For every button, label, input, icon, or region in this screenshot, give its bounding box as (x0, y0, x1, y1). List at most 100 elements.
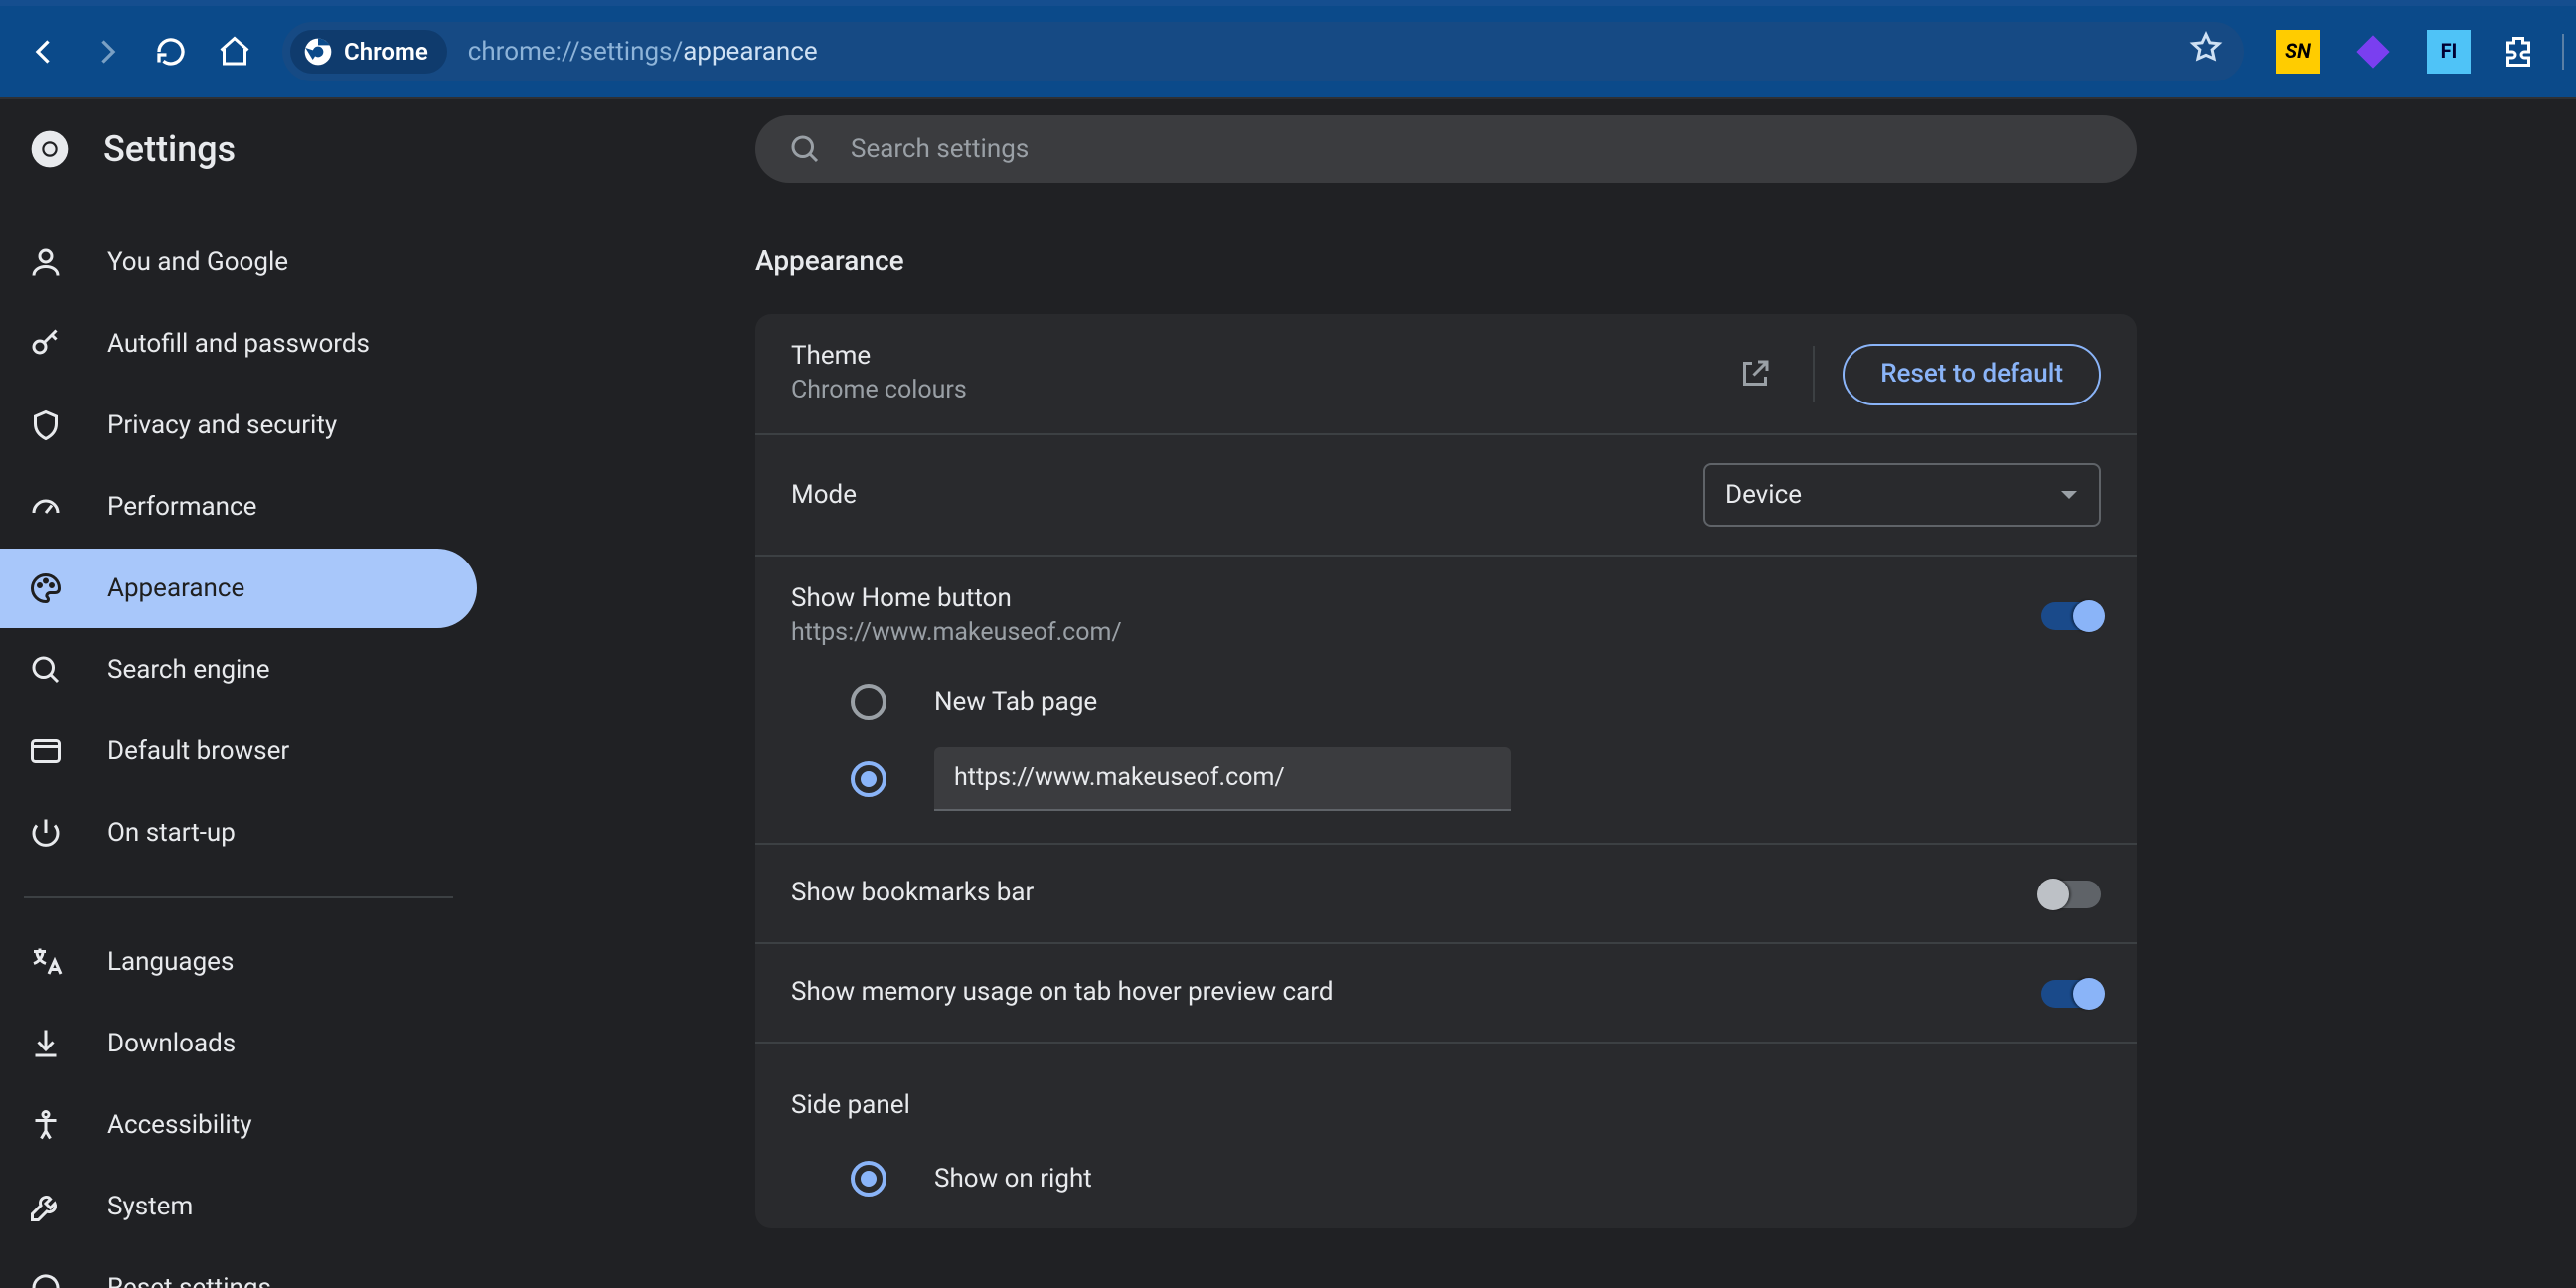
settings-title-text: Settings (103, 128, 236, 170)
search-icon (787, 131, 823, 167)
bookmarks-toggle[interactable] (2041, 880, 2101, 907)
toolbar-divider (2562, 34, 2564, 70)
radio-label: New Tab page (934, 687, 1097, 717)
radio-icon (851, 761, 886, 797)
radio-show-on-right[interactable]: Show on right (851, 1161, 2101, 1197)
forward-button[interactable] (76, 20, 139, 83)
row-home-button: Show Home button https://www.makeuseof.c… (755, 555, 2137, 676)
settings-main: Appearance Theme Chrome colours Reset to… (755, 239, 2137, 1228)
settings-page: Settings Search settings You and Google … (0, 99, 2576, 1288)
home-button[interactable] (203, 20, 266, 83)
sidepanel-label: Side panel (791, 1091, 910, 1121)
theme-label: Theme (791, 342, 967, 372)
sidebar-item-label: Languages (107, 947, 234, 977)
sidebar-item-privacy[interactable]: Privacy and security (0, 386, 477, 465)
speedometer-icon (28, 489, 64, 525)
radio-new-tab[interactable]: New Tab page (851, 684, 2101, 720)
mode-select[interactable]: Device (1703, 463, 2101, 527)
sidebar-item-default-browser[interactable]: Default browser (0, 712, 477, 791)
sidebar-item-on-startup[interactable]: On start-up (0, 793, 477, 873)
back-button[interactable] (12, 20, 76, 83)
radio-icon (851, 684, 886, 720)
accessibility-icon (28, 1107, 64, 1143)
site-chip: Chrome (290, 30, 448, 74)
sidebar-item-languages[interactable]: Languages (0, 922, 477, 1002)
radio-custom-url[interactable] (851, 747, 2101, 811)
memory-toggle[interactable] (2041, 979, 2101, 1007)
sidebar-item-performance[interactable]: Performance (0, 467, 477, 547)
home-radio-group: New Tab page (755, 676, 2137, 843)
sidebar-item-search-engine[interactable]: Search engine (0, 630, 477, 710)
row-memory-usage: Show memory usage on tab hover preview c… (755, 942, 2137, 1042)
extensions-button[interactable] (2487, 20, 2550, 83)
sidebar-item-label: Default browser (107, 736, 289, 766)
sidebar-item-label: System (107, 1192, 193, 1221)
shield-icon (28, 407, 64, 443)
browser-icon (28, 733, 64, 769)
search-placeholder: Search settings (851, 134, 1029, 164)
bookmarks-label: Show bookmarks bar (791, 879, 1034, 908)
reload-button[interactable] (139, 20, 203, 83)
translate-icon (28, 944, 64, 980)
address-bar[interactable]: Chrome chrome://settings/appearance (282, 22, 2244, 81)
reset-theme-button[interactable]: Reset to default (1843, 343, 2101, 404)
chevron-down-icon (2059, 485, 2079, 505)
sidebar-item-reset[interactable]: Reset settings (0, 1248, 477, 1288)
sidebar-item-label: Performance (107, 492, 256, 522)
sidebar-item-label: Search engine (107, 655, 270, 685)
palette-icon (28, 570, 64, 606)
mode-value: Device (1725, 480, 1802, 510)
extension-fl-icon[interactable]: FI (2427, 30, 2471, 74)
reset-icon (28, 1270, 64, 1288)
sidebar-item-system[interactable]: System (0, 1167, 477, 1246)
settings-brand: Settings (0, 127, 236, 171)
sidebar-item-label: Reset settings (107, 1273, 271, 1288)
sidebar-item-label: You and Google (107, 247, 288, 277)
download-icon (28, 1026, 64, 1061)
sidebar-item-you-and-google[interactable]: You and Google (0, 223, 477, 302)
open-in-new-icon[interactable] (1725, 344, 1785, 403)
site-chip-label: Chrome (344, 38, 428, 66)
settings-header: Settings Search settings (0, 99, 2576, 199)
wrench-icon (28, 1189, 64, 1224)
row-mode: Mode Device (755, 433, 2137, 555)
url-text: chrome://settings/appearance (468, 37, 818, 67)
search-icon (28, 652, 64, 688)
sidebar-item-label: Appearance (107, 573, 244, 603)
extension-sn-icon[interactable]: SN (2276, 30, 2320, 74)
sidebar-item-accessibility[interactable]: Accessibility (0, 1085, 477, 1165)
theme-sub: Chrome colours (791, 376, 967, 405)
power-icon (28, 815, 64, 851)
appearance-card: Theme Chrome colours Reset to default Mo… (755, 314, 2137, 1228)
memory-label: Show memory usage on tab hover preview c… (791, 978, 1334, 1008)
settings-sidebar: You and Google Autofill and passwords Pr… (0, 223, 477, 1288)
row-side-panel-header: Side panel (755, 1042, 2137, 1141)
sidebar-item-label: Privacy and security (107, 410, 337, 440)
radio-icon (851, 1161, 886, 1197)
radio-label: Show on right (934, 1164, 1092, 1194)
home-toggle[interactable] (2041, 602, 2101, 630)
chrome-logo-icon (28, 127, 72, 171)
row-theme[interactable]: Theme Chrome colours Reset to default (755, 314, 2137, 433)
browser-toolbar: Chrome chrome://settings/appearance SN F… (0, 0, 2576, 99)
sidebar-item-label: On start-up (107, 818, 236, 848)
sidepanel-radio-group: Show on right (755, 1141, 2137, 1228)
search-settings-input[interactable]: Search settings (755, 115, 2137, 183)
home-url-input[interactable] (934, 747, 1511, 811)
home-label: Show Home button (791, 584, 1122, 614)
mode-label: Mode (791, 480, 857, 510)
sidebar-separator (24, 896, 453, 898)
home-sub: https://www.makeuseof.com/ (791, 618, 1122, 648)
sidebar-item-label: Autofill and passwords (107, 329, 370, 359)
row-bookmarks-bar: Show bookmarks bar (755, 843, 2137, 942)
sidebar-item-appearance[interactable]: Appearance (0, 549, 477, 628)
extension-diamond-icon[interactable] (2351, 30, 2395, 74)
bookmark-star-icon[interactable] (2188, 30, 2224, 74)
sidebar-item-autofill[interactable]: Autofill and passwords (0, 304, 477, 384)
key-icon (28, 326, 64, 362)
sidebar-item-label: Downloads (107, 1029, 236, 1058)
sidebar-item-downloads[interactable]: Downloads (0, 1004, 477, 1083)
person-icon (28, 244, 64, 280)
divider (1813, 346, 1815, 402)
section-title-appearance: Appearance (755, 246, 2137, 278)
